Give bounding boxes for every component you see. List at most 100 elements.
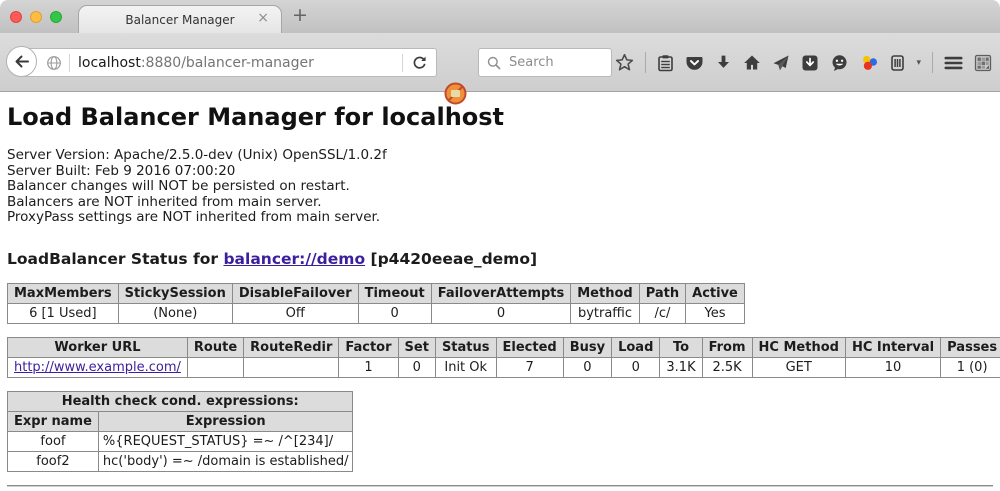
column-header: FailoverAttempts: [431, 283, 571, 303]
column-header: Expression: [98, 411, 353, 431]
column-header: Timeout: [358, 283, 431, 303]
page-content: Load Balancer Manager for localhost Serv…: [0, 92, 1000, 487]
server-version-line: Server Version: Apache/2.5.0-dev (Unix) …: [7, 148, 993, 164]
cell-from: 2.5K: [702, 357, 752, 377]
heading-prefix: LoadBalancer Status for: [7, 250, 218, 268]
cell-factor: 1: [339, 357, 398, 377]
column-header: From: [702, 337, 752, 357]
tab-bar: Balancer Manager × +: [0, 0, 1000, 33]
server-built-line: Server Built: Feb 9 2016 07:00:20: [7, 164, 993, 180]
search-icon: [487, 56, 501, 70]
browser-window: Balancer Manager × + localhost:8880/bala…: [0, 0, 1000, 491]
send-icon[interactable]: [772, 54, 790, 72]
bookmark-star-icon[interactable]: [615, 53, 634, 72]
cell-worker-url: http://www.example.com/: [8, 357, 188, 377]
search-input[interactable]: [507, 54, 602, 71]
cell-expression: %{REQUEST_STATUS} =~ /^[234]/: [98, 431, 353, 451]
column-header: StickySession: [118, 283, 232, 303]
table-row: foof %{REQUEST_STATUS} =~ /^[234]/: [8, 431, 353, 451]
column-header: Elected: [496, 337, 563, 357]
column-header: Load: [612, 337, 660, 357]
table-row: foof2 hc('body') =~ /domain is establish…: [8, 451, 353, 471]
url-text[interactable]: localhost:8880/balancer-manager: [78, 55, 314, 71]
cell-maxmembers: 6 [1 Used]: [8, 303, 119, 323]
url-host: localhost: [78, 55, 141, 71]
cell-expr-name: foof2: [8, 451, 99, 471]
column-header: Expr name: [8, 411, 99, 431]
save-to-device-icon[interactable]: [801, 54, 819, 72]
server-info: Server Version: Apache/2.5.0-dev (Unix) …: [7, 148, 993, 226]
clipboard-icon[interactable]: [657, 54, 674, 72]
column-header: MaxMembers: [8, 283, 119, 303]
cell-timeout: 0: [358, 303, 431, 323]
colored-dots-icon[interactable]: [860, 54, 879, 72]
home-icon[interactable]: [743, 54, 761, 71]
health-table-title: Health check cond. expressions:: [8, 391, 353, 411]
column-header: Factor: [339, 337, 398, 357]
balancer-link[interactable]: balancer://demo: [223, 250, 365, 268]
tab-balancer-manager[interactable]: Balancer Manager ×: [78, 5, 282, 34]
page-title: Load Balancer Manager for localhost: [7, 103, 993, 132]
toolbar-divider: [645, 52, 646, 73]
toolbar-divider: [932, 52, 933, 73]
cell-hc-interval: 10: [845, 357, 940, 377]
cell-expr-name: foof: [8, 431, 99, 451]
heading-suffix: [p4420eeae_demo]: [371, 250, 538, 268]
minimize-window-button[interactable]: [30, 11, 42, 23]
url-bar[interactable]: localhost:8880/balancer-manager: [21, 48, 437, 77]
worker-url-link[interactable]: http://www.example.com/: [14, 360, 181, 375]
reload-icon[interactable]: [411, 54, 428, 71]
column-header: Set: [398, 337, 435, 357]
balancer-settings-table: MaxMembers StickySession DisableFailover…: [7, 283, 745, 324]
archive-icon[interactable]: [890, 54, 905, 72]
tab-close-icon[interactable]: ×: [257, 11, 269, 25]
back-icon: [13, 53, 30, 70]
divider: [7, 485, 993, 487]
menu-icon[interactable]: [944, 56, 963, 70]
column-header: Active: [686, 283, 745, 303]
cell-active: Yes: [686, 303, 745, 323]
notice-line: Balancers are NOT inherited from main se…: [7, 195, 993, 211]
cell-routeredir: [244, 357, 339, 377]
back-button[interactable]: [6, 46, 37, 77]
worker-table: Worker URL Route RouteRedir Factor Set S…: [7, 337, 1000, 378]
download-icon[interactable]: [715, 54, 732, 71]
urlbar-divider: [402, 54, 403, 72]
cell-disablefailover: Off: [232, 303, 358, 323]
cell-method: bytraffic: [571, 303, 639, 323]
column-header: HC Interval: [845, 337, 940, 357]
cell-status: Init Ok: [435, 357, 496, 377]
cell-failoverattempts: 0: [431, 303, 571, 323]
close-window-button[interactable]: [10, 11, 22, 23]
cell-passes: 1 (0): [941, 357, 1000, 377]
cell-stickysession: (None): [118, 303, 232, 323]
search-bar[interactable]: [478, 48, 612, 77]
cell-load: 0: [612, 357, 660, 377]
content-blocker-icon[interactable]: [444, 82, 467, 105]
notice-line: ProxyPass settings are NOT inherited fro…: [7, 210, 993, 226]
column-header: Status: [435, 337, 496, 357]
column-header: Route: [187, 337, 243, 357]
window-controls: [10, 11, 62, 23]
pocket-icon[interactable]: [685, 54, 704, 72]
cell-route: [187, 357, 243, 377]
table-header-row: Expr name Expression: [8, 411, 353, 431]
column-header: To: [660, 337, 702, 357]
navigation-toolbar: localhost:8880/balancer-manager: [0, 33, 1000, 92]
cell-busy: 0: [563, 357, 611, 377]
table-header-row: Worker URL Route RouteRedir Factor Set S…: [8, 337, 1000, 357]
notice-line: Balancer changes will NOT be persisted o…: [7, 179, 993, 195]
new-tab-button[interactable]: +: [292, 4, 308, 26]
zoom-window-button[interactable]: [50, 11, 62, 23]
cell-path: /c/: [639, 303, 685, 323]
balancer-status-heading: LoadBalancer Status for balancer://demo …: [7, 250, 993, 268]
site-identity-globe-icon[interactable]: [46, 55, 62, 71]
health-check-table: Health check cond. expressions: Expr nam…: [7, 391, 353, 472]
column-header: Path: [639, 283, 685, 303]
feedback-smiley-icon[interactable]: [830, 54, 849, 72]
overflow-caret-icon[interactable]: ▾: [916, 58, 921, 68]
tiles-icon[interactable]: [974, 54, 992, 72]
cell-elected: 7: [496, 357, 563, 377]
table-row: 6 [1 Used] (None) Off 0 0 bytraffic /c/ …: [8, 303, 745, 323]
worker-row: http://www.example.com/ 1 0 Init Ok 7 0 …: [8, 357, 1000, 377]
